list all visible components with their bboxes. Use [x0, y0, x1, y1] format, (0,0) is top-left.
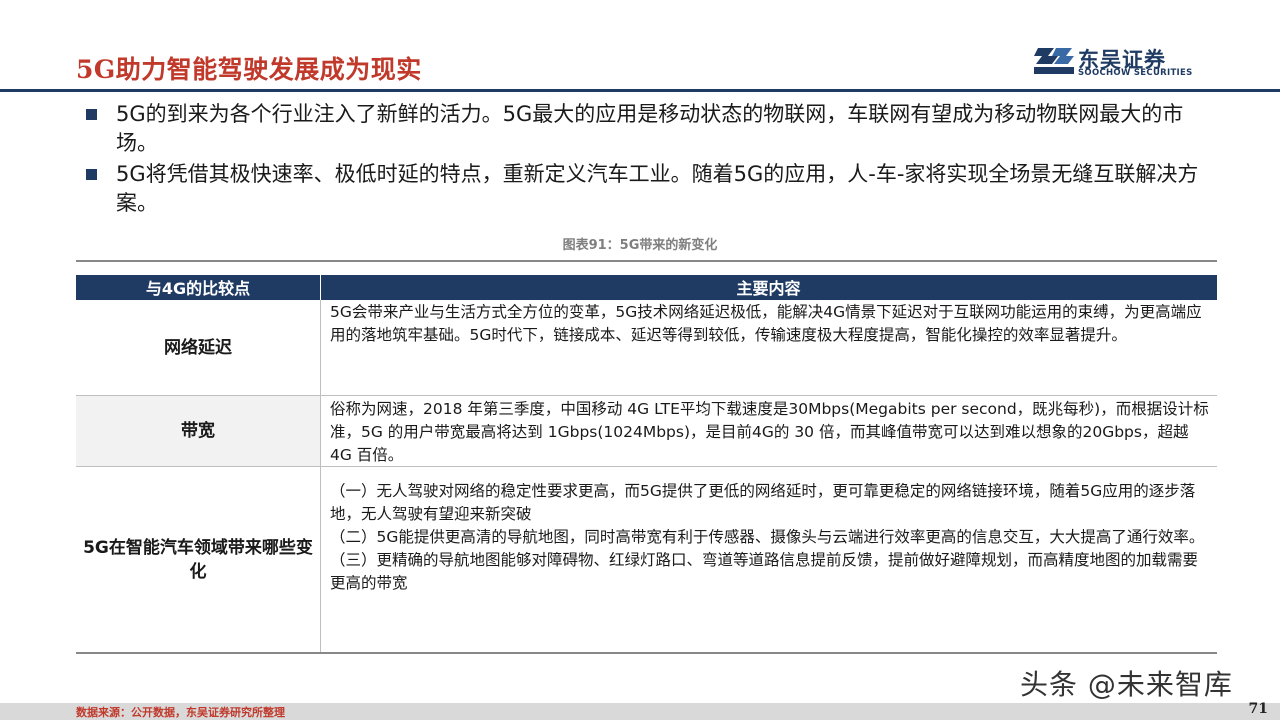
bullet-item: 5G的到来为各个行业注入了新鲜的活力。5G最大的应用是移动状态的物联网，车联网有… — [84, 100, 1204, 158]
row-content-paragraph: 5G会带来产业与生活方式全方位的变革，5G技术网络延迟极低，能解决4G情景下延迟… — [330, 303, 1202, 344]
square-bullet-icon — [86, 109, 97, 120]
bullet-text: 5G将凭借其极快速率、极低时延的特点，重新定义汽车工业。随着5G的应用，人-车-… — [116, 162, 1199, 215]
table-bottom-rule — [76, 652, 1217, 654]
row-content-paragraph: 俗称为网速，2018 年第三季度，中国移动 4G LTE平均下载速度是30Mbp… — [330, 400, 1209, 464]
row-content-paragraph: （一）无人驾驶对网络的稳定性要求更高，而5G提供了更低的网络延时，更可靠更稳定的… — [330, 482, 1196, 523]
column-separator — [320, 300, 321, 395]
title-divider — [0, 89, 1280, 92]
table-row: 带宽 俗称为网速，2018 年第三季度，中国移动 4G LTE平均下载速度是30… — [76, 396, 1217, 467]
column-separator — [320, 467, 321, 652]
row-label: 5G在智能汽车领域带来哪些变化 — [83, 537, 313, 582]
bullet-list: 5G的到来为各个行业注入了新鲜的活力。5G最大的应用是移动状态的物联网，车联网有… — [84, 100, 1204, 220]
comparison-table: 与4G的比较点 主要内容 网络延迟 5G会带来产业与生活方式全方位的变革，5G技… — [76, 275, 1217, 653]
bullet-text: 5G的到来为各个行业注入了新鲜的活力。5G最大的应用是移动状态的物联网，车联网有… — [116, 102, 1184, 155]
data-source-note: 数据来源：公开数据，东吴证券研究所整理 — [76, 706, 285, 719]
soochow-logo-icon — [1034, 48, 1074, 74]
row-content: 俗称为网速，2018 年第三季度，中国移动 4G LTE平均下载速度是30Mbp… — [320, 396, 1217, 467]
table-header-cell: 主要内容 — [736, 279, 801, 298]
row-label: 带宽 — [76, 396, 320, 466]
column-separator — [320, 396, 321, 466]
row-content: （一）无人驾驶对网络的稳定性要求更高，而5G提供了更低的网络延时，更可靠更稳定的… — [320, 467, 1217, 595]
table-row: 网络延迟 5G会带来产业与生活方式全方位的变革，5G技术网络延迟极低，能解决4G… — [76, 300, 1217, 396]
square-bullet-icon — [86, 169, 97, 180]
table-top-rule — [76, 260, 1217, 262]
page-number: 71 — [1248, 701, 1268, 717]
table-header-cell: 与4G的比较点 — [145, 279, 251, 298]
company-logo: 东吴证券 SOOCHOW SECURITIES — [1034, 44, 1216, 80]
page-title: 5G助力智能驾驶发展成为现实 — [76, 55, 422, 84]
row-content-paragraph: （三）更精确的导航地图能够对障碍物、红绿灯路口、弯道等道路信息提前反馈，提前做好… — [330, 551, 1199, 592]
figure-caption: 图表91：5G带来的新变化 — [562, 238, 718, 253]
logo-english-name: SOOCHOW SECURITIES — [1078, 68, 1193, 78]
row-content-paragraph: （二）5G能提供更高清的导航地图，同时高带宽有利于传感器、摄像头与云端进行效率更… — [330, 528, 1205, 546]
row-content: 5G会带来产业与生活方式全方位的变革，5G技术网络延迟极低，能解决4G情景下延迟… — [320, 300, 1217, 347]
table-header-row: 与4G的比较点 主要内容 — [76, 275, 1217, 300]
bullet-item: 5G将凭借其极快速率、极低时延的特点，重新定义汽车工业。随着5G的应用，人-车-… — [84, 160, 1204, 218]
watermark-text: 头条 @未来智库 — [1020, 668, 1233, 701]
row-label: 网络延迟 — [164, 337, 232, 358]
table-row: 5G在智能汽车领域带来哪些变化 （一）无人驾驶对网络的稳定性要求更高，而5G提供… — [76, 467, 1217, 653]
